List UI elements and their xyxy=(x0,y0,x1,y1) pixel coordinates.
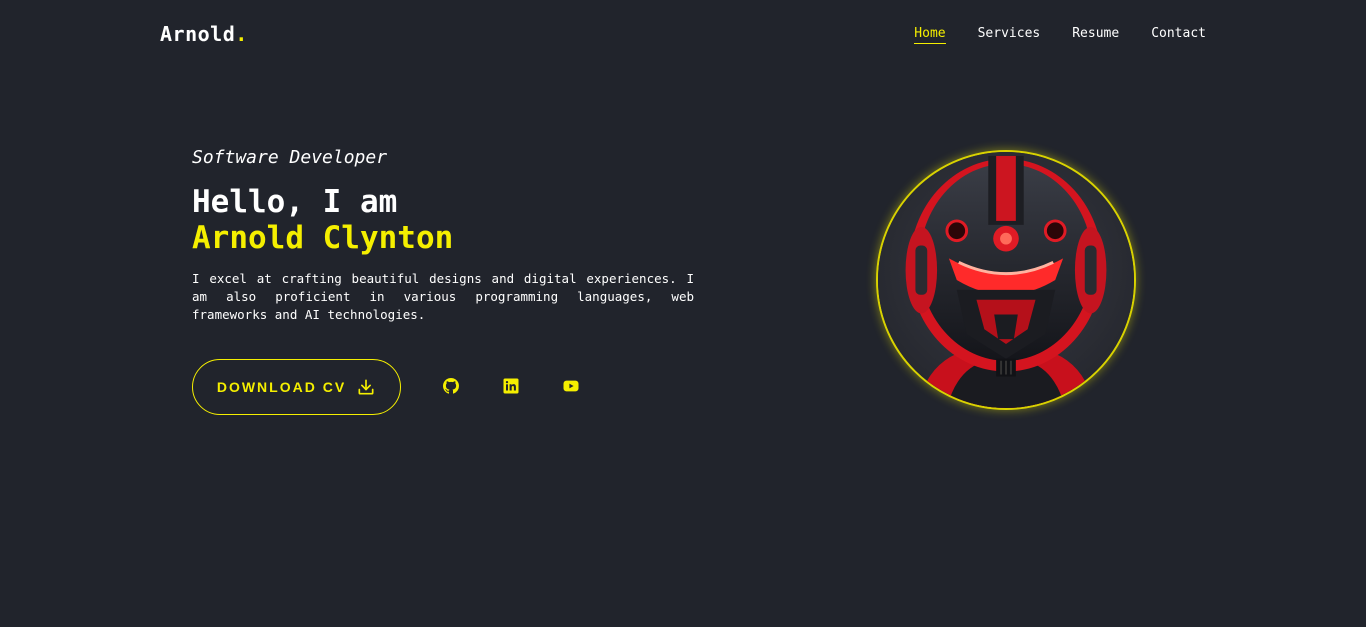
main-nav: Home Services Resume Contact xyxy=(914,26,1206,44)
hero-bio: I excel at crafting beautiful designs an… xyxy=(192,271,694,322)
brand-dot: . xyxy=(235,22,248,46)
hero-name: Arnold Clynton xyxy=(192,220,454,256)
linkedin-link[interactable] xyxy=(501,376,521,396)
linkedin-icon xyxy=(503,378,519,394)
nav-item-contact[interactable]: Contact xyxy=(1151,26,1206,44)
download-cv-button[interactable]: DOWNLOAD CV xyxy=(192,359,401,415)
brand-name: Arnold xyxy=(160,22,236,46)
github-icon xyxy=(443,378,459,394)
nav-item-services[interactable]: Services xyxy=(978,26,1041,44)
hero-subtitle: Software Developer xyxy=(192,147,388,168)
youtube-icon xyxy=(563,380,579,392)
nav-item-resume[interactable]: Resume xyxy=(1072,26,1119,44)
hero-greeting: Hello, I am xyxy=(192,184,398,220)
youtube-link[interactable] xyxy=(561,376,581,396)
brand-logo[interactable]: Arnold. xyxy=(160,22,248,46)
avatar xyxy=(876,150,1136,410)
github-link[interactable] xyxy=(441,376,461,396)
robot-helmet-illustration xyxy=(878,152,1134,408)
download-icon xyxy=(358,379,374,395)
download-cv-label: DOWNLOAD CV xyxy=(216,379,347,395)
nav-item-home[interactable]: Home xyxy=(914,26,946,44)
